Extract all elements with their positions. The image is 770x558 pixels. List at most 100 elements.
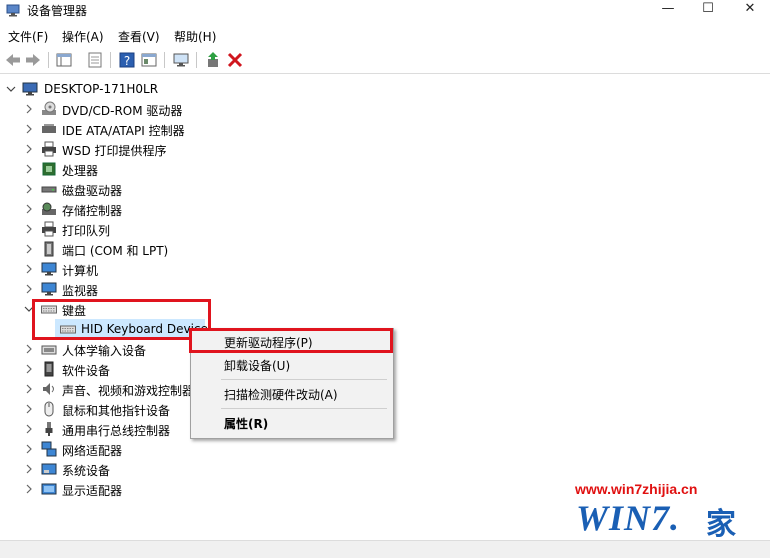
tree-item-cpu[interactable]: 处理器 [0,159,300,179]
menu-scan-hardware[interactable]: 扫描检测硬件改动(A) [191,382,391,404]
menu-bar: 文件(F) 操作(A) 查看(V) 帮助(H) [0,25,770,45]
close-button[interactable]: ✕ [730,0,770,20]
maximize-button[interactable]: ☐ [688,0,728,20]
chevron-right-icon[interactable] [24,404,34,414]
menu-separator [221,408,387,409]
keyboard-highlight-box [32,299,211,340]
watermark-url: www.win7zhijia.cn [575,481,698,497]
help-icon[interactable]: ? [118,51,136,69]
tree-item-label: 打印队列 [62,224,111,238]
tree-item-storage[interactable]: 存储控制器 [0,199,300,219]
network-adapter-icon [41,441,57,457]
title-bar: 设备管理器 — ☐ ✕ [0,0,770,22]
menu-properties-label: 属性(R) [224,417,269,431]
tree-item-label: 计算机 [62,264,99,278]
menu-uninstall-device-label: 卸载设备(U) [224,359,291,373]
chevron-down-icon[interactable] [6,84,16,94]
tree-item-label: 通用串行总线控制器 [62,424,171,438]
tree-item-label: 处理器 [62,164,99,178]
ide-controller-icon [42,124,56,133]
monitor-icon [41,282,57,296]
tree-item-computer[interactable]: 计算机 [0,259,300,279]
chevron-right-icon[interactable] [24,104,34,114]
dvd-drive-icon [42,101,56,115]
chevron-right-icon[interactable] [24,464,34,474]
tree-item-monitor[interactable]: 监视器 [0,279,300,299]
tree-item-label: 显示适配器 [62,484,123,498]
display-adapter-icon [41,483,57,495]
toolbar-separator [164,52,165,68]
update-driver-highlight-box [189,328,393,353]
menu-properties[interactable]: 属性(R) [191,411,391,433]
speaker-icon [43,383,54,395]
tree-item-label: WSD 打印提供程序 [62,144,167,158]
mouse-icon [44,401,54,417]
uninstall-x-icon[interactable] [226,51,244,69]
chevron-right-icon[interactable] [24,484,34,494]
panel-icon[interactable] [140,51,158,69]
tree-item-label: 软件设备 [62,364,111,378]
tree-item-system[interactable]: 系统设备 [0,459,300,479]
toolbar-separator [110,52,111,68]
tree-item-print-queue[interactable]: 打印队列 [0,219,300,239]
tree-item-label: 鼠标和其他指针设备 [62,404,171,418]
monitor-scan-icon[interactable] [172,51,190,69]
cpu-icon [42,162,56,176]
menu-file[interactable]: 文件(F) [8,28,48,45]
tree-item-label: 端口 (COM 和 LPT) [62,244,169,258]
chevron-right-icon[interactable] [24,444,34,454]
printer-icon [42,141,56,157]
update-driver-icon[interactable] [204,51,222,69]
forward-arrow-icon[interactable] [24,51,42,69]
toolbar-separator [48,52,49,68]
chevron-right-icon[interactable] [24,124,34,134]
device-manager-icon [6,4,20,17]
svg-text:?: ? [124,54,130,68]
print-queue-icon [42,221,56,237]
tree-item-label: 监视器 [62,284,99,298]
chevron-right-icon[interactable] [24,164,34,174]
chevron-right-icon[interactable] [24,204,34,214]
document-icon[interactable] [86,51,104,69]
chevron-right-icon[interactable] [24,144,34,154]
chevron-right-icon[interactable] [24,424,34,434]
computer-root-icon [22,82,38,96]
menu-separator [221,379,387,380]
usb-icon [45,422,53,436]
tree-item-wsd[interactable]: WSD 打印提供程序 [0,139,300,159]
watermark-logo-text: WIN7. [576,498,681,538]
chevron-right-icon[interactable] [24,264,34,274]
properties-grid-icon[interactable] [55,51,73,69]
tree-item-disk[interactable]: 磁盘驱动器 [0,179,300,199]
tree-item-label: 系统设备 [62,464,111,478]
tree-root-label: DESKTOP-171H0LR [44,82,159,96]
tree-root[interactable]: DESKTOP-171H0LR [0,79,300,99]
minimize-button[interactable]: — [648,0,688,20]
toolbar-separator [196,52,197,68]
chevron-right-icon[interactable] [24,224,34,234]
tree-item-label: 人体学输入设备 [62,344,147,358]
chevron-right-icon[interactable] [24,184,34,194]
menu-help[interactable]: 帮助(H) [174,28,216,45]
computer-icon [41,262,57,276]
tree-item-label: 网络适配器 [62,444,123,458]
tree-item-display[interactable]: 显示适配器 [0,479,300,499]
menu-action[interactable]: 操作(A) [62,28,104,45]
tree-item-label: 存储控制器 [62,204,123,218]
tree-item-ide[interactable]: IDE ATA/ATAPI 控制器 [0,119,300,139]
chevron-right-icon[interactable] [24,284,34,294]
tree-item-dvd[interactable]: DVD/CD-ROM 驱动器 [0,99,300,119]
back-arrow-icon[interactable] [4,51,22,69]
tree-item-label: DVD/CD-ROM 驱动器 [62,104,183,118]
menu-uninstall-device[interactable]: 卸载设备(U) [191,353,391,375]
tree-item-port[interactable]: 端口 (COM 和 LPT) [0,239,300,259]
chevron-right-icon[interactable] [24,244,34,254]
menu-view[interactable]: 查看(V) [118,28,160,45]
port-icon [44,241,54,257]
toolbar: ? [0,47,770,74]
chevron-right-icon[interactable] [24,384,34,394]
chevron-right-icon[interactable] [24,364,34,374]
tree-item-label: IDE ATA/ATAPI 控制器 [62,124,185,138]
chevron-right-icon[interactable] [24,344,34,354]
tree-item-network[interactable]: 网络适配器 [0,439,300,459]
